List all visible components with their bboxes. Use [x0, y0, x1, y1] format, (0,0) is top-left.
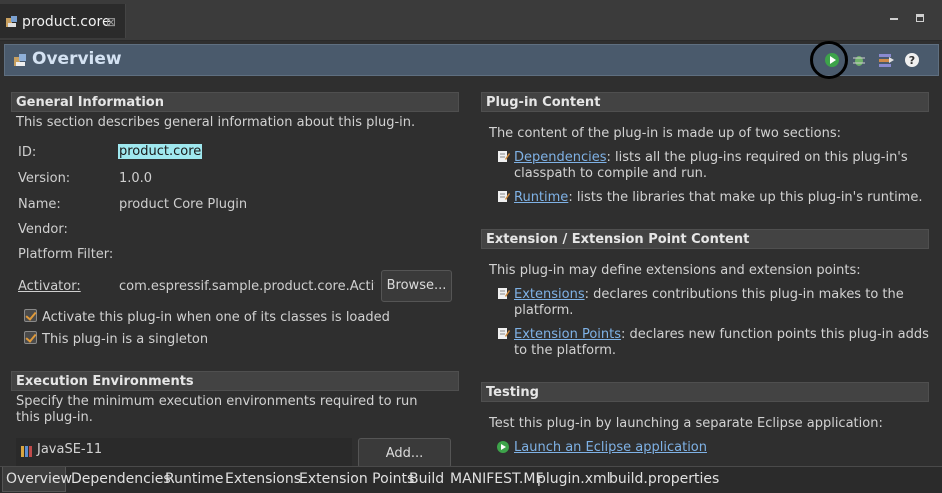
tab-extension-points[interactable]: Extension Points	[299, 471, 414, 487]
testing-header[interactable]: Testing	[481, 382, 929, 402]
debug-icon[interactable]	[850, 51, 868, 69]
extension-content-intro: This plug-in may define extensions and e…	[489, 263, 861, 278]
singleton-checkbox-label[interactable]: This plug-in is a singleton	[42, 332, 208, 347]
launch-eclipse-link[interactable]: Launch an Eclipse application	[514, 440, 707, 455]
page-edit-icon	[498, 191, 510, 202]
library-icon	[21, 446, 32, 457]
version-field[interactable]: 1.0.0	[119, 171, 152, 186]
activate-checkbox[interactable]	[24, 309, 39, 324]
testing-intro: Test this plug-in by launching a separat…	[489, 416, 883, 431]
id-label: ID:	[18, 145, 37, 160]
platform-filter-field[interactable]	[119, 245, 449, 263]
dependencies-link[interactable]: Dependencies	[514, 150, 607, 165]
tab-extensions[interactable]: Extensions	[225, 471, 301, 487]
plugin-content-header[interactable]: Plug-in Content	[481, 92, 929, 112]
extension-points-text-2: to the platform.	[514, 343, 617, 358]
extension-content-header[interactable]: Extension / Extension Point Content	[481, 229, 929, 249]
checkbox-checked-icon	[24, 331, 37, 344]
platform-filter-label: Platform Filter:	[18, 247, 114, 262]
extensions-text: : declares contributions this plug-in ma…	[584, 287, 904, 302]
page-tab-bar: Overview Dependencies Runtime Extensions…	[0, 466, 942, 493]
page-edit-icon	[498, 151, 510, 162]
execution-env-list[interactable]: JavaSE-11	[16, 438, 352, 466]
tab-plugin-xml[interactable]: plugin.xml	[537, 471, 611, 487]
dependencies-text: : lists all the plug-ins required on thi…	[606, 150, 908, 165]
dependencies-entry: Dependencies: lists all the plug-ins req…	[514, 150, 908, 182]
checkbox-checked-icon	[24, 309, 37, 322]
editor-tab[interactable]: product.core ⊠	[0, 4, 126, 38]
editor-tab-bar: product.core ⊠	[0, 0, 942, 41]
extensions-entry: Extensions: declares contributions this …	[514, 287, 904, 319]
vendor-label: Vendor:	[18, 222, 68, 237]
close-icon[interactable]: ⊠	[106, 15, 116, 29]
singleton-checkbox[interactable]	[24, 331, 39, 346]
activate-checkbox-label[interactable]: Activate this plug-in when one of its cl…	[42, 310, 390, 325]
run-icon	[497, 441, 509, 453]
extension-points-text: : declares new function points this plug…	[621, 327, 929, 342]
plugin-icon	[14, 54, 26, 66]
execution-env-description: Specify the minimum execution environmen…	[16, 394, 418, 425]
general-info-description: This section describes general informati…	[16, 115, 416, 130]
add-button[interactable]: Add...	[358, 438, 451, 468]
tab-build-properties[interactable]: build.properties	[609, 471, 719, 487]
page-title: Overview	[32, 49, 122, 69]
tab-dependencies[interactable]: Dependencies	[71, 471, 171, 487]
runtime-text: : lists the libraries that make up this …	[568, 190, 923, 205]
page-edit-icon	[498, 288, 510, 299]
tab-overview[interactable]: Overview	[6, 471, 72, 487]
version-label: Version:	[18, 171, 71, 186]
form-header: Overview ?	[4, 41, 939, 79]
execution-env-item[interactable]: JavaSE-11	[37, 442, 102, 457]
extensions-text-2: platform.	[514, 303, 574, 318]
maximize-icon[interactable]	[916, 14, 925, 23]
annotation-circle	[810, 41, 848, 79]
editor-tab-label: product.core	[22, 14, 111, 30]
tab-manifest[interactable]: MANIFEST.MF	[450, 471, 544, 487]
extensions-link[interactable]: Extensions	[514, 287, 585, 302]
activator-field[interactable]: com.espressif.sample.product.core.Activa…	[119, 279, 375, 294]
export-icon[interactable]	[877, 51, 895, 69]
plugin-icon	[6, 16, 17, 27]
vendor-field[interactable]	[119, 220, 449, 238]
svg-text:?: ?	[909, 54, 915, 67]
runtime-link[interactable]: Runtime	[514, 190, 568, 205]
name-label: Name:	[18, 197, 61, 212]
execution-env-header[interactable]: Execution Environments	[11, 371, 459, 391]
extension-points-entry: Extension Points: declares new function …	[514, 327, 929, 359]
dependencies-text-2: classpath to compile and run.	[514, 166, 708, 181]
help-icon[interactable]: ?	[903, 51, 921, 69]
tab-runtime[interactable]: Runtime	[165, 471, 223, 487]
minimize-icon[interactable]	[890, 14, 899, 23]
runtime-entry: Runtime: lists the libraries that make u…	[514, 190, 922, 206]
name-field[interactable]: product Core Plugin	[119, 197, 247, 212]
tab-build[interactable]: Build	[409, 471, 444, 487]
activator-link[interactable]: Activator:	[18, 279, 81, 294]
plugin-content-intro: The content of the plug-in is made up of…	[489, 126, 841, 141]
id-field[interactable]: product.core	[118, 144, 203, 159]
extension-points-link[interactable]: Extension Points	[514, 327, 621, 342]
page-edit-icon	[498, 328, 510, 339]
general-info-header[interactable]: General Information	[11, 92, 459, 112]
browse-button[interactable]: Browse...	[381, 270, 452, 302]
